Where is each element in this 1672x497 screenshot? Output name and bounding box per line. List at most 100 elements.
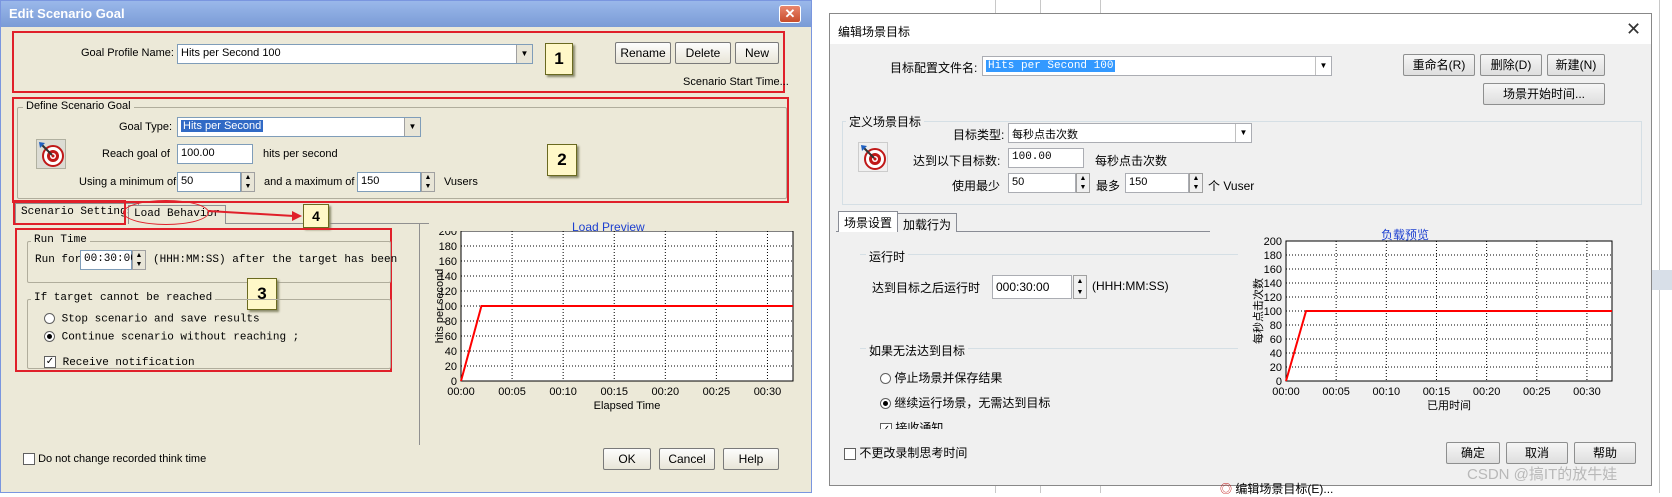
ok-button[interactable]: OK [603,448,651,470]
rename-button[interactable]: 重命名(R) [1403,54,1475,76]
max-label: and a maximum of [264,176,355,188]
checkbox-checked[interactable]: ✓ [880,422,892,429]
max-vusers-stepper[interactable]: ▲ ▼ [1189,173,1203,193]
ok-button[interactable]: 确定 [1446,442,1500,464]
taskbar-item[interactable]: ◎ 编辑场景目标(E)... [1220,480,1333,497]
highlight-ellipse [123,200,209,225]
x-tick-label: 00:25 [703,386,731,398]
goal-type-select[interactable]: 每秒点击次数 ▼ [1008,123,1252,143]
callout-1: 1 [545,43,573,75]
run-time-label: Run Time [31,234,90,246]
delete-button[interactable]: 删除(D) [1480,54,1542,76]
close-icon: ✕ [784,6,796,21]
min-vusers-stepper[interactable]: ▲ ▼ [1076,173,1090,193]
taskbar-item-label: 编辑场景目标(E)... [1235,482,1334,496]
target-icon [858,142,888,172]
max-vusers-input[interactable]: 150 [1125,173,1189,193]
receive-notification-option[interactable]: ✓ Receive notification [44,356,195,369]
chevron-down-icon: ▼ [516,45,532,63]
do-not-change-option[interactable]: 不更改录制思考时间 [844,444,967,461]
goal-profile-value: Hits per Second 100 [986,60,1116,72]
stop-option-label: Stop scenario and save results [61,313,260,326]
y-axis-label: hits per second [434,269,446,344]
min-label: 使用最少 [952,179,1001,193]
y-tick-label: 40 [1270,348,1282,360]
cancel-button[interactable]: 取消 [1506,442,1568,464]
y-tick-label: 200 [439,231,457,238]
title-bar: Edit Scenario Goal [1,1,811,27]
min-vusers-input[interactable]: 50 [177,172,241,192]
highlight-box-tab [13,200,126,225]
reach-goal-input[interactable]: 100.00 [1008,148,1084,168]
max-vusers-stepper[interactable]: ▲ ▼ [421,172,435,192]
y-tick-label: 60 [445,331,457,343]
goal-type-label: Goal Type: [119,121,172,133]
receive-notification-option[interactable]: ✓ 接收通知 [880,419,943,429]
checkbox-unchecked[interactable] [23,453,35,466]
radio-button-selected[interactable] [44,331,55,342]
scenario-start-time-link[interactable]: Scenario Start Time... [683,76,789,88]
y-tick-label: 20 [445,361,457,373]
y-tick-label: 180 [1264,250,1282,262]
x-axis-label: Elapsed Time [594,400,661,412]
rename-button[interactable]: Rename [615,42,671,64]
reach-goal-unit: hits per second [263,148,338,160]
tab-scenario-settings[interactable]: 场景设置 [838,211,899,232]
close-button[interactable]: ✕ [779,5,801,23]
continue-option[interactable]: 继续运行场景，无需达到目标 [880,394,1050,411]
run-after-stepper[interactable]: ▲ ▼ [1073,275,1087,299]
goal-profile-select[interactable]: Hits per Second 100 ▼ [177,44,533,64]
goal-type-select[interactable]: Hits per Second ▼ [177,117,421,137]
background-panel [1652,270,1672,290]
scenario-start-time-button[interactable]: 场景开始时间... [1483,83,1605,105]
new-button[interactable]: 新建(N) [1547,54,1605,76]
checkbox-checked[interactable]: ✓ [44,356,56,368]
goal-profile-label: Goal Profile Name: [81,47,174,59]
y-tick-label: 60 [1270,334,1282,346]
title-bar: 编辑场景目标 [830,14,1651,44]
min-vusers-stepper[interactable]: ▲ ▼ [241,172,255,192]
goal-profile-select[interactable]: Hits per Second 100 ▼ [982,56,1332,76]
radio-button[interactable] [44,313,55,324]
help-button[interactable]: 帮助 [1574,442,1636,464]
continue-option-label: 继续运行场景，无需达到目标 [894,396,1051,410]
checkbox-unchecked[interactable] [844,447,856,460]
do-not-change-option[interactable]: Do not change recorded think time [23,453,206,466]
y-tick-label: 80 [445,316,457,328]
x-tick-label: 00:05 [498,386,526,398]
radio-button-selected[interactable] [880,398,891,410]
cancel-button[interactable]: Cancel [659,448,715,470]
run-after-input[interactable]: 000:30:00 [992,275,1072,299]
load-preview-chart: 02040608010012014016018020000:00 00:05 00:… [434,231,794,412]
max-vusers-input[interactable]: 150 [357,172,421,192]
continue-option[interactable]: Continue scenario without reaching ; [44,331,299,343]
chevron-down-icon: ▼ [1235,124,1251,142]
goal-profile-label: 目标配置文件名: [890,61,978,75]
close-button[interactable]: ✕ [1626,19,1641,40]
run-for-input[interactable]: 00:30:00 [80,250,137,270]
help-button[interactable]: Help [723,448,779,470]
callout-4: 4 [303,204,329,228]
x-tick-label: 00:00 [1272,386,1300,398]
if-target-label: 如果无法达到目标 [866,342,969,359]
run-after-suffix: (HHH:MM:SS) [1092,279,1169,293]
stop-option[interactable]: 停止场景并保存结果 [880,369,1002,386]
receive-notification-label: Receive notification [62,356,195,369]
new-button[interactable]: New [735,42,779,64]
delete-button[interactable]: Delete [675,42,731,64]
radio-button[interactable] [880,373,891,385]
x-tick-label: 00:15 [1423,386,1451,398]
min-vusers-input[interactable]: 50 [1008,173,1076,193]
tab-load-behavior[interactable]: 加载行为 [897,213,958,232]
reach-goal-input[interactable]: 100.00 [177,144,253,164]
y-tick-label: 120 [1264,292,1282,304]
reach-goal-label: Reach goal of [102,148,170,160]
goal-profile-value: Hits per Second 100 [181,47,281,59]
arrow-icon [207,210,302,221]
stop-option[interactable]: Stop scenario and save results [44,313,260,325]
x-tick-label: 00:30 [1573,386,1601,398]
define-goal-label: 定义场景目标 [846,113,925,130]
x-tick-label: 00:30 [754,386,782,398]
run-for-stepper[interactable]: ▲ ▼ [132,250,146,270]
callout-2: 2 [547,144,577,176]
